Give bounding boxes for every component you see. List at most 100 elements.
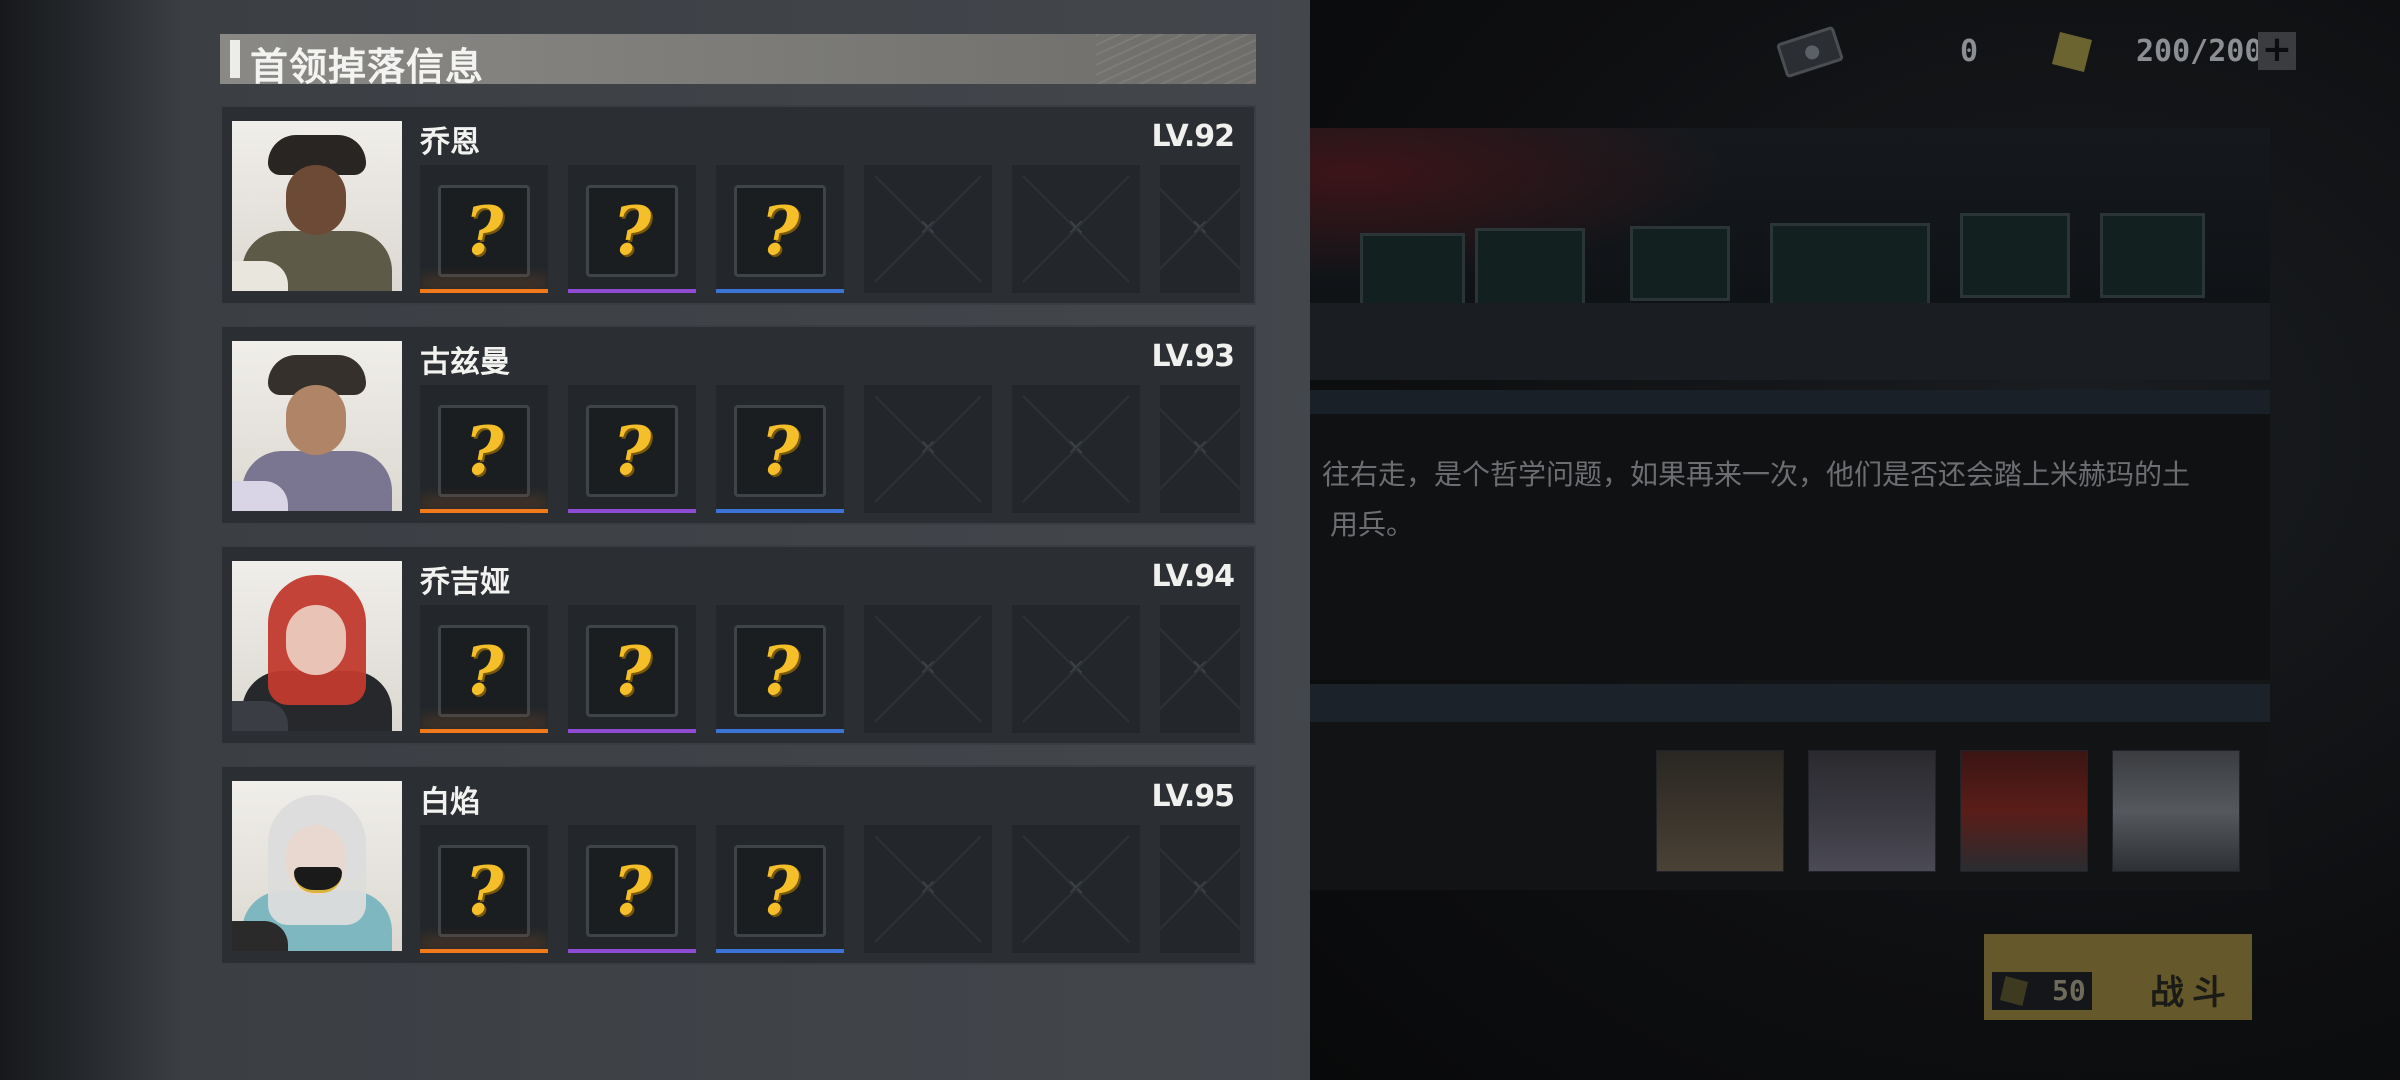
empty-x-icon: × [918, 655, 938, 680]
drop-slot[interactable]: ? [568, 385, 696, 513]
portrait-face [286, 165, 346, 235]
empty-slot: × [1160, 165, 1240, 293]
mystery-item-icon: ? [586, 405, 678, 497]
boss-row: 乔恩 LV.92??? × × × [220, 105, 1256, 305]
mystery-item-icon: ? [734, 405, 826, 497]
empty-x-icon: × [918, 215, 938, 240]
mystery-item-icon: ? [734, 625, 826, 717]
mystery-item-icon: ? [734, 845, 826, 937]
question-mark: ? [760, 632, 800, 710]
empty-slot: × [864, 385, 992, 513]
empty-x-icon: × [1190, 435, 1210, 460]
portrait-face [286, 385, 346, 455]
empty-x-icon: × [1066, 875, 1086, 900]
empty-x-icon: × [1066, 215, 1086, 240]
empty-x-icon: × [1190, 875, 1210, 900]
monitor [2100, 213, 2205, 298]
question-mark: ? [760, 412, 800, 490]
mystery-item-icon: ? [734, 185, 826, 277]
header-accent-bar [230, 40, 240, 78]
rarity-bar [420, 289, 548, 293]
boss-portrait [232, 341, 402, 511]
question-mark: ? [612, 412, 652, 490]
boss-row: 乔吉娅 LV.94??? × × × [220, 545, 1256, 745]
stamina-value: 200/200 [2136, 34, 2263, 69]
rarity-bar [420, 509, 548, 513]
ticket-count: 0 [1960, 34, 1979, 69]
empty-slot: × [1160, 385, 1240, 513]
empty-slot: × [864, 605, 992, 733]
mystery-item-icon: ? [438, 405, 530, 497]
empty-slot: × [1012, 385, 1140, 513]
drop-slot[interactable]: ? [420, 165, 548, 293]
empty-slot: × [1160, 825, 1240, 953]
rarity-bar [716, 289, 844, 293]
battery-icon [2052, 32, 2092, 72]
boss-name: 古兹曼 [420, 345, 510, 380]
drop-slot[interactable]: ? [568, 165, 696, 293]
empty-slot: × [1012, 825, 1140, 953]
question-mark: ? [612, 852, 652, 930]
boss-level: LV.92 [1151, 119, 1235, 154]
rarity-bar [716, 729, 844, 733]
story-text: 往右走，是个哲学问题，如果再来一次，他们是否还会踏上米赫玛的土 用兵。 [1322, 450, 2262, 550]
boss-name: 白焰 [420, 785, 480, 820]
enemy-portrait [1960, 750, 2088, 872]
fight-label: 战斗 [2150, 973, 2234, 1013]
question-mark: ? [464, 192, 504, 270]
empty-slot: × [1160, 605, 1240, 733]
mystery-item-icon: ? [438, 185, 530, 277]
story-text-line: 往右走，是个哲学问题，如果再来一次，他们是否还会踏上米赫玛的土 [1322, 458, 2191, 491]
modal-title: 首领掉落信息 [250, 45, 485, 89]
boss-portrait [232, 121, 402, 291]
drop-slot[interactable]: ? [420, 825, 548, 953]
boss-portrait [232, 561, 402, 731]
empty-x-icon: × [1190, 215, 1210, 240]
rarity-bar [420, 729, 548, 733]
game-screen: 0 200/200 + 往右走，是个哲学问题，如果再来一次，他们是否还会踏上米赫… [0, 0, 2400, 1080]
empty-x-icon: × [1066, 655, 1086, 680]
story-text-line: 用兵。 [1330, 508, 1415, 541]
boss-name: 乔恩 [420, 125, 480, 160]
rarity-bar [716, 509, 844, 513]
drop-slot[interactable]: ? [420, 605, 548, 733]
divider [1310, 684, 2270, 722]
ticket-icon [1775, 25, 1845, 79]
rarity-bar [568, 289, 696, 293]
enemy-portrait [1656, 750, 1784, 872]
question-mark: ? [760, 192, 800, 270]
console-desk [1310, 303, 2270, 380]
monitor [1770, 223, 1930, 308]
boss-portrait [232, 781, 402, 951]
empty-x-icon: × [1190, 655, 1210, 680]
empty-slot: × [864, 825, 992, 953]
question-mark: ? [612, 632, 652, 710]
boss-level: LV.93 [1151, 339, 1235, 374]
drop-slot[interactable]: ? [568, 605, 696, 733]
empty-x-icon: × [1066, 435, 1086, 460]
drop-slot[interactable]: ? [716, 385, 844, 513]
drop-slot[interactable]: ? [716, 605, 844, 733]
modal-header: 首领掉落信息 [220, 34, 1256, 89]
mystery-item-icon: ? [438, 625, 530, 717]
drop-slot[interactable]: ? [716, 825, 844, 953]
monitor [1360, 233, 1465, 308]
question-mark: ? [760, 852, 800, 930]
enemy-portrait [2112, 750, 2240, 872]
resource-bar: 0 200/200 + [1775, 25, 2300, 79]
portrait-face [286, 605, 346, 675]
empty-x-icon: × [918, 875, 938, 900]
add-stamina-button[interactable]: + [2258, 32, 2296, 70]
rarity-bar [568, 949, 696, 953]
boss-row: 古兹曼 LV.93??? × × × [220, 325, 1256, 525]
rarity-bar [420, 949, 548, 953]
drop-slot[interactable]: ? [716, 165, 844, 293]
drop-slot[interactable]: ? [568, 825, 696, 953]
stage-scene-image [1310, 128, 2270, 380]
monitor [1960, 213, 2070, 298]
enemy-portrait [1808, 750, 1936, 872]
drop-slot[interactable]: ? [420, 385, 548, 513]
boss-level: LV.95 [1151, 779, 1235, 814]
rarity-bar [568, 509, 696, 513]
empty-slot: × [864, 165, 992, 293]
